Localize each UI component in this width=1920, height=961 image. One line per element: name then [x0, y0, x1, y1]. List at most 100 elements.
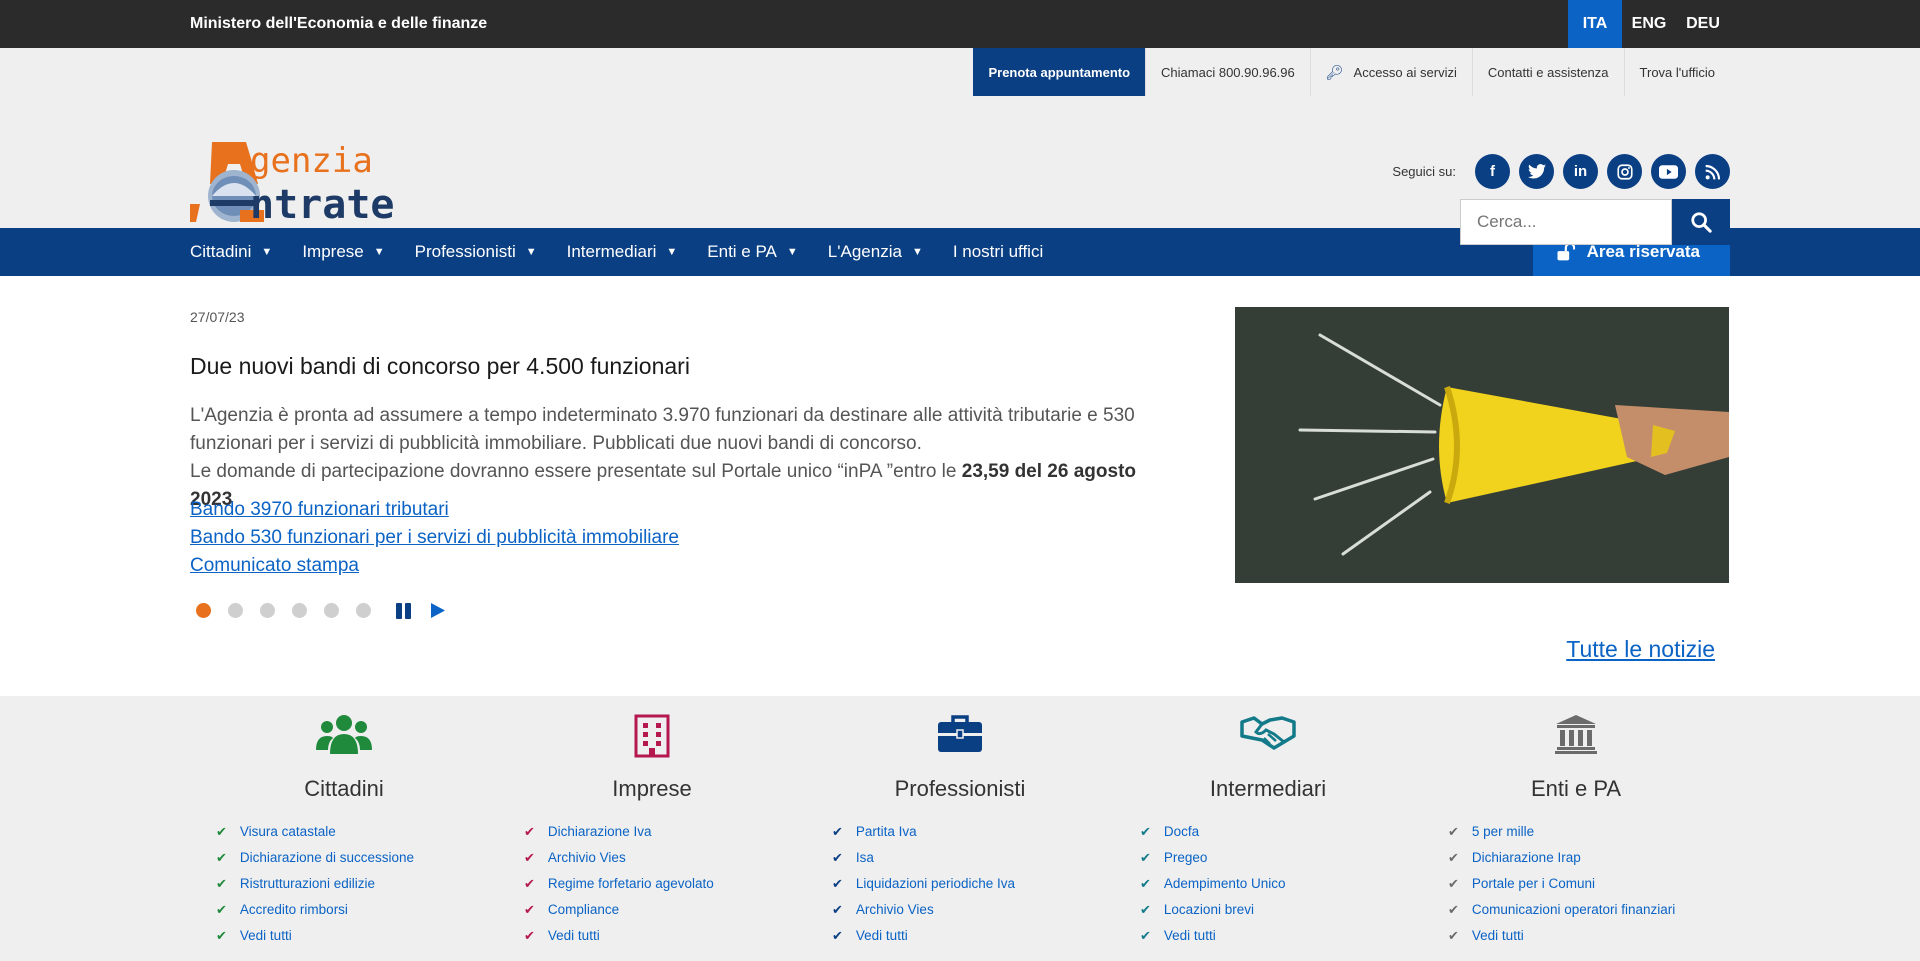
lang-ita[interactable]: ITA	[1568, 0, 1622, 48]
check-icon: ✔	[1140, 902, 1151, 917]
instagram-icon[interactable]	[1607, 154, 1642, 189]
category-imprese: Imprese ✔ Dichiarazione Iva ✔ Archivio Vie…	[498, 696, 806, 961]
list-item[interactable]: ✔ Vedi tutti	[1140, 923, 1422, 949]
news-link-bando-3970[interactable]: Bando 3970 funzionari tributari	[190, 496, 679, 524]
news-link-comunicato[interactable]: Comunicato stampa	[190, 552, 679, 580]
nav-item-enti-pa[interactable]: Enti e PA ▼	[707, 242, 798, 262]
nav-item-agenzia[interactable]: L'Agenzia ▼	[828, 242, 923, 262]
check-icon: ✔	[524, 876, 535, 891]
list-item[interactable]: ✔ Vedi tutti	[832, 923, 1114, 949]
access-services-link[interactable]: 🔑︎ Accesso ai servizi	[1309, 48, 1472, 96]
nav-item-cittadini[interactable]: Cittadini ▼	[190, 242, 272, 262]
check-icon: ✔	[1448, 902, 1459, 917]
list-item[interactable]: ✔ Vedi tutti	[1448, 923, 1730, 949]
list-item[interactable]: ✔ Dichiarazione di successione	[216, 845, 498, 871]
nav-item-imprese[interactable]: Imprese ▼	[302, 242, 384, 262]
check-icon: ✔	[1448, 876, 1459, 891]
carousel-dot-2[interactable]	[228, 603, 243, 618]
play-icon[interactable]	[430, 602, 446, 619]
link-label: Archivio Vies	[855, 902, 934, 917]
lang-eng[interactable]: ENG	[1622, 0, 1676, 48]
list-item[interactable]: ✔ Vedi tutti	[524, 923, 806, 949]
nav-item-uffici[interactable]: I nostri uffici	[953, 242, 1043, 262]
social-label: Seguici su:	[1392, 164, 1456, 179]
list-item[interactable]: ✔ Pregeo	[1140, 845, 1422, 871]
carousel-dot-1[interactable]	[196, 603, 211, 618]
category-professionisti: Professionisti ✔ Partita Iva ✔ Isa ✔ Liquid…	[806, 696, 1114, 961]
link-label: Vedi tutti	[855, 928, 908, 943]
check-icon: ✔	[832, 876, 843, 891]
list-item[interactable]: ✔ Dichiarazione Irap	[1448, 845, 1730, 871]
caret-down-icon: ▼	[666, 246, 678, 258]
category-intermediari: Intermediari ✔ Docfa ✔ Pregeo ✔ Adempimento…	[1114, 696, 1422, 961]
rss-icon[interactable]	[1695, 154, 1730, 189]
list-item[interactable]: ✔ Ristrutturazioni edilizie	[216, 871, 498, 897]
list-item[interactable]: ✔ Liquidazioni periodiche Iva	[832, 871, 1114, 897]
nav-item-label: L'Agenzia	[827, 242, 902, 261]
linkedin-icon[interactable]: in	[1563, 154, 1598, 189]
access-services-label: Accesso ai servizi	[1353, 64, 1457, 80]
pause-icon[interactable]	[396, 602, 414, 619]
list-item[interactable]: ✔ Adempimento Unico	[1140, 871, 1422, 897]
list-item[interactable]: ✔ Accredito rimborsi	[216, 897, 498, 923]
search-form	[1460, 199, 1730, 245]
lang-deu[interactable]: DEU	[1676, 0, 1730, 48]
search-button[interactable]	[1672, 199, 1730, 245]
news-links: Bando 3970 funzionari tributari Bando 53…	[190, 496, 679, 580]
caret-down-icon: ▼	[525, 246, 537, 258]
youtube-icon[interactable]	[1651, 154, 1686, 189]
carousel-dot-6[interactable]	[356, 603, 371, 618]
list-item[interactable]: ✔ Visura catastale	[216, 819, 498, 845]
check-icon: ✔	[1448, 928, 1459, 943]
list-item[interactable]: ✔ Docfa	[1140, 819, 1422, 845]
list-item[interactable]: ✔ Compliance	[524, 897, 806, 923]
agenzia-entrate-logo[interactable]: genzia ntrate	[190, 140, 444, 228]
check-icon: ✔	[216, 824, 227, 839]
check-icon: ✔	[832, 850, 843, 865]
facebook-icon[interactable]: f	[1475, 154, 1510, 189]
category-title: Cittadini	[304, 776, 384, 801]
list-item[interactable]: ✔ Isa	[832, 845, 1114, 871]
all-news-link[interactable]: Tutte le notizie	[1566, 636, 1715, 663]
list-item[interactable]: ✔ Regime forfetario agevolato	[524, 871, 806, 897]
nav-item-label: Cittadini	[190, 242, 252, 261]
search-input[interactable]	[1460, 199, 1672, 245]
link-label: Isa	[855, 850, 874, 865]
check-icon: ✔	[216, 902, 227, 917]
caret-down-icon: ▼	[786, 246, 798, 258]
list-item[interactable]: ✔ 5 per mille	[1448, 819, 1730, 845]
call-link[interactable]: Chiamaci 800.90.96.96	[1145, 48, 1310, 96]
list-item[interactable]: ✔ Comunicazioni operatori finanziari	[1448, 897, 1730, 923]
category-title: Professionisti	[894, 776, 1026, 801]
caret-down-icon: ▼	[373, 246, 385, 258]
list-item[interactable]: ✔ Archivio Vies	[832, 897, 1114, 923]
find-office-link[interactable]: Trova l'ufficio	[1623, 48, 1730, 96]
contacts-link[interactable]: Contatti e assistenza	[1471, 48, 1624, 96]
building-icon	[498, 714, 806, 766]
list-item[interactable]: ✔ Portale per i Comuni	[1448, 871, 1730, 897]
carousel-dot-4[interactable]	[292, 603, 307, 618]
list-item[interactable]: ✔ Locazioni brevi	[1140, 897, 1422, 923]
book-appointment-button[interactable]: Prenota appuntamento	[973, 48, 1146, 96]
carousel-dot-5[interactable]	[324, 603, 339, 618]
list-item[interactable]: ✔ Partita Iva	[832, 819, 1114, 845]
news-link-bando-530[interactable]: Bando 530 funzionari per i servizi di pu…	[190, 524, 679, 552]
nav-item-intermediari[interactable]: Intermediari ▼	[567, 242, 678, 262]
list-item[interactable]: ✔ Archivio Vies	[524, 845, 806, 871]
nav-item-professionisti[interactable]: Professionisti ▼	[415, 242, 537, 262]
list-item[interactable]: ✔ Dichiarazione Iva	[524, 819, 806, 845]
ministry-link[interactable]: Ministero dell'Economia e delle finanze	[190, 15, 487, 33]
twitter-icon[interactable]	[1519, 154, 1554, 189]
link-label: Accredito rimborsi	[239, 902, 348, 917]
link-label: Liquidazioni periodiche Iva	[855, 876, 1016, 891]
check-icon: ✔	[832, 824, 843, 839]
link-label: Comunicazioni operatori finanziari	[1471, 902, 1676, 917]
carousel-dot-3[interactable]	[260, 603, 275, 618]
check-icon: ✔	[1448, 850, 1459, 865]
link-label: Vedi tutti	[547, 928, 600, 943]
list-item[interactable]: ✔ Vedi tutti	[216, 923, 498, 949]
nav-item-label: I nostri uffici	[952, 242, 1044, 261]
category-title: Intermediari	[1209, 776, 1327, 801]
handshake-icon	[1114, 714, 1422, 766]
check-icon: ✔	[832, 928, 843, 943]
